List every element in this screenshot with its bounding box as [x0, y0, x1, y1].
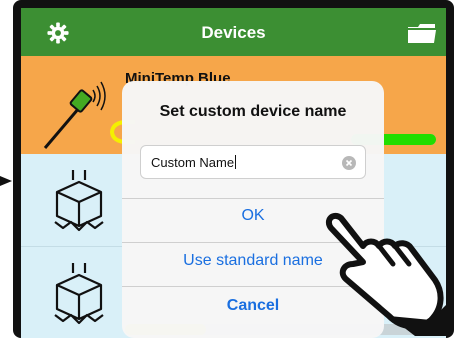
app-screen: Devices MiniTemp Blue Set custom device …: [21, 8, 446, 338]
device-name-input-value: Custom Name: [151, 155, 237, 170]
arrow-pointer-icon: [0, 176, 12, 186]
pointing-hand-icon: [325, 212, 446, 336]
dialog-title: Set custom device name: [159, 103, 347, 120]
navigation-bar: Devices: [21, 8, 446, 56]
device-name-input[interactable]: Custom Name: [140, 145, 366, 179]
temperature-probe-icon: [43, 81, 106, 149]
clear-icon[interactable]: [342, 156, 356, 170]
box-sensor-icon: [54, 263, 104, 325]
folder-icon[interactable]: [407, 22, 437, 44]
page-title: Devices: [201, 23, 266, 42]
box-sensor-icon: [54, 170, 104, 232]
